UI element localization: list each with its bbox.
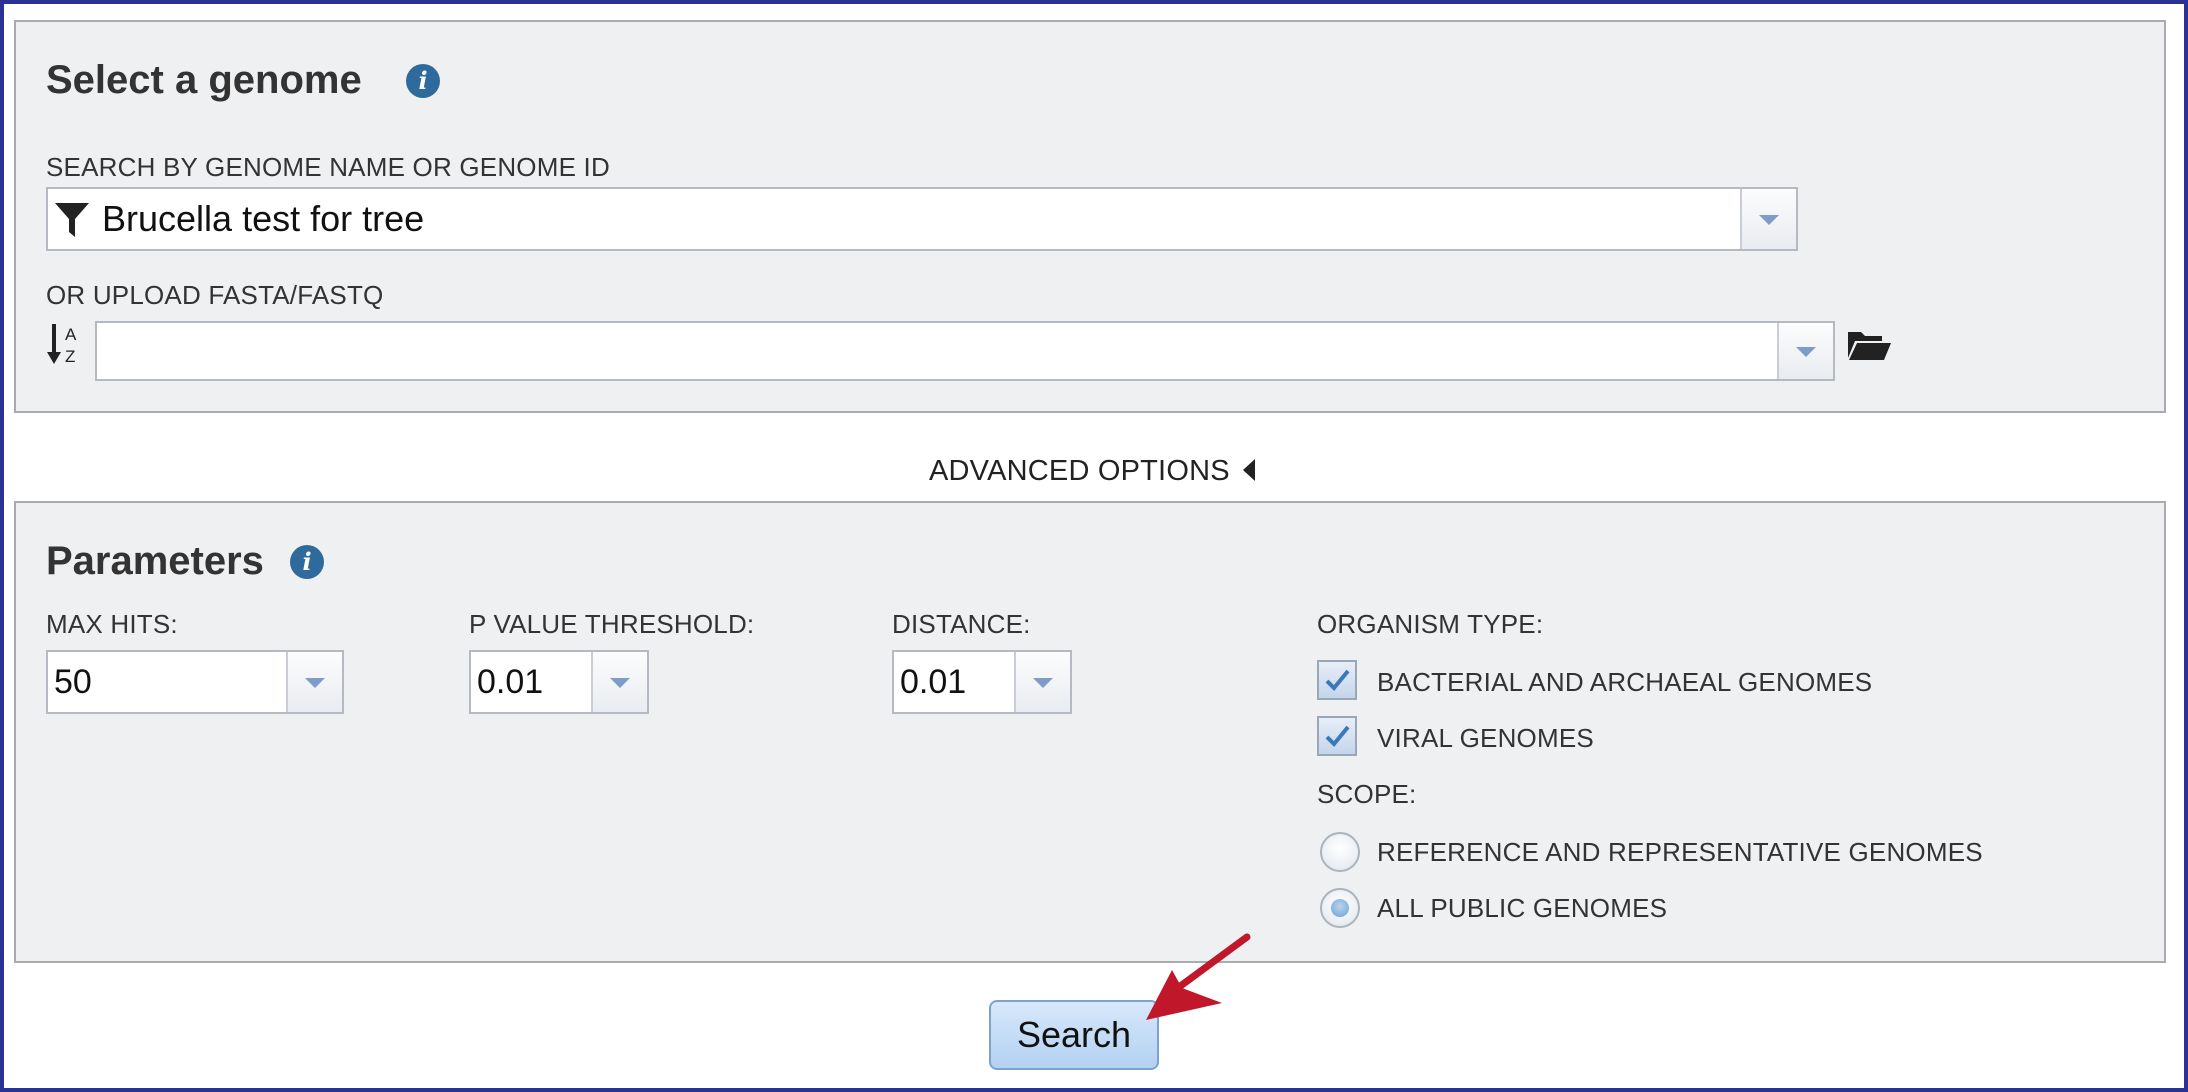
all-public-genomes-label: ALL PUBLIC GENOMES (1377, 893, 1668, 923)
organism-type-label: ORGANISM TYPE: (1317, 609, 1544, 639)
max-hits-value: 50 (54, 663, 92, 701)
reference-representative-label: REFERENCE AND REPRESENTATIVE GENOMES (1377, 837, 1983, 867)
advanced-options-label: ADVANCED OPTIONS (929, 455, 1230, 487)
distance-value: 0.01 (900, 663, 967, 701)
svg-text:A: A (65, 325, 77, 344)
chevron-down-icon (1033, 678, 1053, 688)
sort-az-icon[interactable]: A Z (46, 322, 82, 373)
genome-search-dropdown-button[interactable] (1740, 189, 1796, 249)
reference-representative-radio[interactable] (1320, 832, 1360, 872)
viral-genomes-checkbox[interactable] (1317, 716, 1357, 756)
chevron-down-icon (1796, 347, 1816, 357)
max-hits-select[interactable]: 50 (46, 650, 344, 714)
upload-fasta-input[interactable] (95, 321, 1835, 381)
distance-dropdown-button[interactable] (1014, 652, 1070, 712)
info-icon[interactable]: i (406, 64, 440, 98)
select-genome-heading: Select a genome (46, 58, 362, 102)
max-hits-label: MAX HITS: (46, 609, 178, 639)
distance-label: DISTANCE: (892, 609, 1031, 639)
upload-fasta-dropdown-button[interactable] (1777, 323, 1833, 379)
p-value-select[interactable]: 0.01 (469, 650, 649, 714)
search-genome-label: SEARCH BY GENOME NAME OR GENOME ID (46, 152, 610, 182)
p-value-label: P VALUE THRESHOLD: (469, 609, 755, 639)
caret-left-icon (1243, 459, 1256, 481)
scope-label: SCOPE: (1317, 779, 1417, 809)
checkmark-icon (1325, 725, 1350, 747)
chevron-down-icon (305, 678, 325, 688)
select-genome-panel: Select a genome i SEARCH BY GENOME NAME … (14, 20, 2166, 413)
filter-icon (54, 201, 90, 246)
info-icon[interactable]: i (290, 545, 324, 579)
svg-text:Z: Z (65, 347, 75, 366)
p-value-dropdown-button[interactable] (591, 652, 647, 712)
max-hits-dropdown-button[interactable] (286, 652, 342, 712)
all-public-genomes-radio[interactable] (1320, 888, 1360, 928)
parameters-heading: Parameters (46, 539, 264, 583)
genome-search-value: Brucella test for tree (102, 198, 425, 239)
folder-open-icon[interactable] (1846, 328, 1892, 367)
upload-fasta-label: OR UPLOAD FASTA/FASTQ (46, 280, 384, 310)
annotation-arrow-icon (1146, 933, 1251, 1020)
bacterial-archaeal-checkbox[interactable] (1317, 660, 1357, 700)
chevron-down-icon (610, 678, 630, 688)
bacterial-archaeal-label: BACTERIAL AND ARCHAEAL GENOMES (1377, 667, 1873, 697)
advanced-options-toggle[interactable]: ADVANCED OPTIONS (929, 455, 1256, 488)
distance-select[interactable]: 0.01 (892, 650, 1072, 714)
chevron-down-icon (1759, 215, 1779, 225)
p-value-value: 0.01 (477, 663, 544, 701)
checkmark-icon (1325, 669, 1350, 691)
viral-genomes-label: VIRAL GENOMES (1377, 723, 1594, 753)
genome-search-input[interactable]: Brucella test for tree (46, 187, 1798, 251)
parameters-panel: Parameters i MAX HITS: 50 P VALUE THRESH… (14, 501, 2166, 963)
